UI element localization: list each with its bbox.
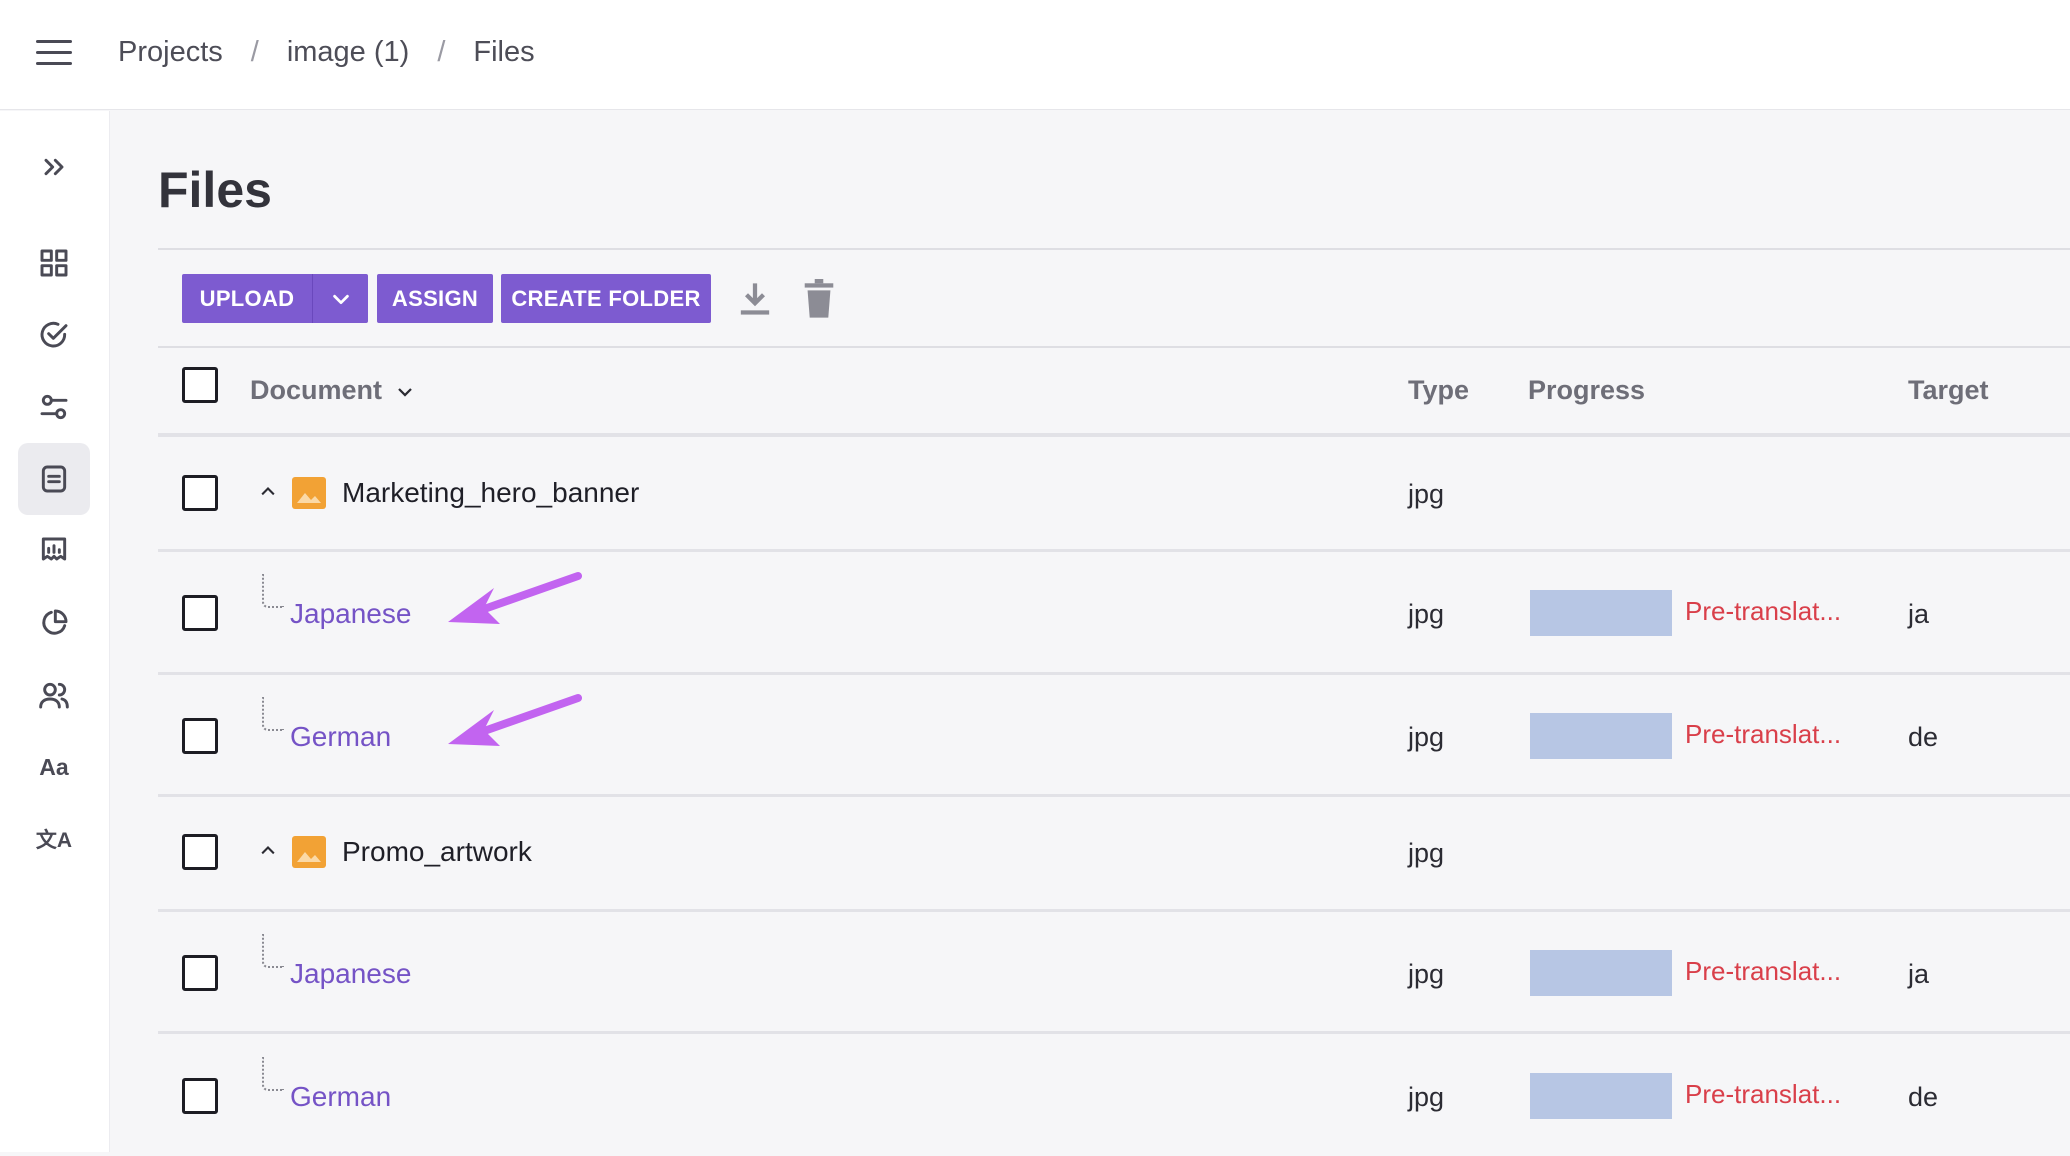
menu-icon[interactable]: [36, 40, 72, 68]
table-header: Document Type Progress Target: [158, 349, 2070, 433]
divider: [158, 248, 2070, 250]
document-name[interactable]: Marketing_hero_banner: [342, 477, 639, 509]
sidebar-item-reports[interactable]: [18, 515, 90, 587]
translation-memory-icon: 文A: [35, 829, 73, 852]
document-link-german[interactable]: German: [290, 1081, 391, 1113]
tree-branch-line: [262, 697, 284, 731]
row-checkbox[interactable]: [182, 955, 218, 991]
breadcrumb-separator: /: [437, 36, 446, 68]
breadcrumb-separator: /: [250, 36, 259, 68]
annotation-arrow-icon: [448, 572, 582, 624]
row-checkbox[interactable]: [182, 595, 218, 631]
tree-branch-line: [262, 574, 284, 608]
progress-bar: [1530, 1073, 1672, 1119]
delete-button[interactable]: [799, 278, 839, 319]
document-name[interactable]: Promo_artwork: [342, 836, 532, 868]
files-icon: [41, 465, 67, 493]
target-cell: de: [1908, 1082, 1939, 1112]
table-row[interactable]: German jpg Pre-translat... de: [158, 1034, 2070, 1156]
target-cell: ja: [1908, 959, 1930, 989]
type-cell: jpg: [1408, 1082, 1445, 1112]
type-cell: jpg: [1408, 599, 1445, 629]
progress-bar: [1530, 713, 1672, 759]
tree-branch-line: [262, 934, 284, 968]
create-folder-button[interactable]: CREATE FOLDER: [501, 274, 711, 323]
download-button[interactable]: [735, 279, 775, 319]
upload-options-button[interactable]: [312, 274, 368, 323]
breadcrumb: Projects / image (1) / Files: [118, 36, 535, 69]
reports-icon: [41, 537, 67, 561]
tasks-icon: [40, 321, 68, 348]
expand-sidebar-button[interactable]: [18, 131, 90, 203]
sidebar-item-dashboard[interactable]: [18, 227, 90, 299]
row-checkbox[interactable]: [182, 718, 218, 754]
top-bar: Projects / image (1) / Files: [0, 0, 2070, 110]
assign-button[interactable]: ASSIGN: [377, 274, 493, 323]
chevrons-right-icon: [44, 158, 64, 176]
type-cell: jpg: [1408, 722, 1445, 752]
analytics-icon: [42, 609, 68, 635]
sidebar: Aa 文A: [0, 111, 110, 1152]
progress-bar: [1530, 950, 1672, 996]
progress-bar: [1530, 590, 1672, 636]
document-link-japanese[interactable]: Japanese: [290, 958, 411, 990]
column-header-progress: Progress: [1528, 375, 1646, 405]
page-title: Files: [158, 162, 272, 218]
annotation-arrow-icon: [448, 694, 582, 746]
chevron-up-icon[interactable]: [258, 840, 278, 860]
type-cell: jpg: [1408, 959, 1445, 989]
trash-icon: [804, 278, 834, 318]
image-file-icon: [292, 477, 326, 509]
sidebar-item-analytics[interactable]: [18, 587, 90, 659]
progress-status[interactable]: Pre-translat...: [1685, 719, 1841, 750]
chevron-up-icon[interactable]: [258, 481, 278, 501]
settings-sliders-icon: [40, 394, 68, 420]
row-checkbox[interactable]: [182, 475, 218, 511]
progress-status[interactable]: Pre-translat...: [1685, 1079, 1841, 1110]
document-link-german[interactable]: German: [290, 721, 391, 753]
chevron-down-icon: [332, 294, 349, 304]
toolbar: UPLOAD ASSIGN CREATE FOLDER: [182, 274, 839, 323]
progress-status[interactable]: Pre-translat...: [1685, 596, 1841, 627]
type-cell: jpg: [1408, 838, 1445, 868]
sidebar-item-glossary[interactable]: Aa: [18, 731, 90, 803]
progress-status[interactable]: Pre-translat...: [1685, 956, 1841, 987]
sidebar-item-files[interactable]: [18, 443, 90, 515]
image-file-icon: [292, 836, 326, 868]
table-row[interactable]: Promo_artwork jpg: [158, 797, 2070, 912]
sidebar-item-members[interactable]: [18, 659, 90, 731]
type-cell: jpg: [1408, 479, 1445, 509]
sidebar-item-translation-memory[interactable]: 文A: [18, 803, 90, 875]
row-checkbox[interactable]: [182, 1078, 218, 1114]
sidebar-item-tasks[interactable]: [18, 299, 90, 371]
divider: [158, 346, 2070, 348]
target-cell: ja: [1908, 599, 1930, 629]
table-row[interactable]: Japanese jpg Pre-translat... ja: [158, 912, 2070, 1034]
download-icon: [740, 282, 770, 315]
glossary-icon: Aa: [39, 753, 69, 780]
breadcrumb-project[interactable]: image (1): [287, 36, 410, 69]
upload-button[interactable]: UPLOAD: [182, 274, 312, 323]
sidebar-item-settings[interactable]: [18, 371, 90, 443]
document-header-label: Document: [250, 375, 383, 405]
column-header-type: Type: [1408, 375, 1470, 405]
dashboard-icon: [40, 249, 68, 277]
column-header-target: Target: [1908, 375, 1989, 405]
tree-branch-line: [262, 1057, 284, 1091]
members-icon: [39, 682, 69, 709]
sort-chevron-down-icon: [397, 388, 412, 397]
table-row[interactable]: Marketing_hero_banner jpg: [158, 437, 2070, 552]
breadcrumb-projects[interactable]: Projects: [118, 36, 223, 69]
select-all-checkbox[interactable]: [182, 367, 218, 403]
column-header-document[interactable]: Document: [250, 375, 414, 406]
target-cell: de: [1908, 722, 1939, 752]
document-link-japanese[interactable]: Japanese: [290, 598, 411, 630]
row-checkbox[interactable]: [182, 834, 218, 870]
breadcrumb-files[interactable]: Files: [473, 36, 534, 69]
